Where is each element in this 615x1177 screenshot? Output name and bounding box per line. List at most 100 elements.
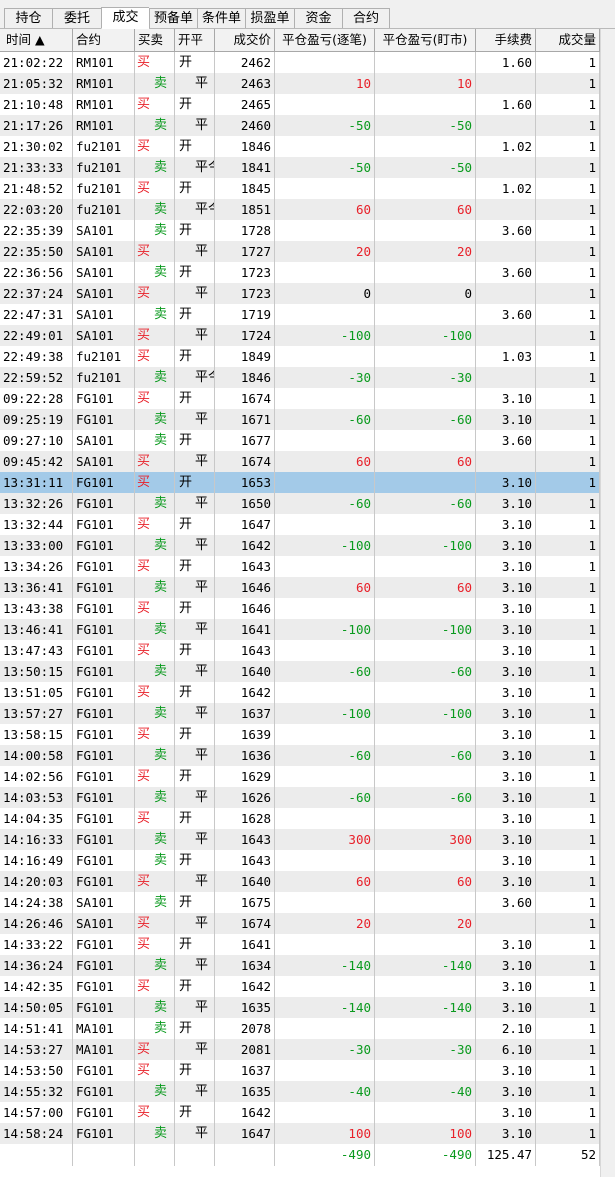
cell-time: 21:33:33 <box>0 157 73 178</box>
table-row[interactable]: 14:36:24 FG101 卖平 1634 -140 -140 3.10 1 <box>0 955 600 976</box>
table-row[interactable]: 14:50:05 FG101 卖平 1635 -140 -140 3.10 1 <box>0 997 600 1018</box>
table-row[interactable]: 14:20:03 FG101 买平 1640 60 60 3.10 1 <box>0 871 600 892</box>
totals-blank <box>73 1144 135 1166</box>
col-header-pnl-trade[interactable]: 平仓盈亏(逐笔) <box>275 29 375 51</box>
col-header-fee[interactable]: 手续费 <box>476 29 536 51</box>
table-row[interactable]: 14:57:00 FG101 买开 1642 3.10 1 <box>0 1102 600 1123</box>
table-row[interactable]: 22:37:24 SA101 买平 1723 0 0 1 <box>0 283 600 304</box>
table-row[interactable]: 13:43:38 FG101 买开 1646 3.10 1 <box>0 598 600 619</box>
cell-open-close: 平 <box>175 73 215 94</box>
table-row[interactable]: 14:58:24 FG101 卖平 1647 100 100 3.10 1 <box>0 1123 600 1144</box>
cell-open-close: 平今 <box>175 157 215 178</box>
cell-contract: FG101 <box>73 829 135 850</box>
table-row[interactable]: 09:27:10 SA101 卖开 1677 3.60 1 <box>0 430 600 451</box>
vertical-scrollbar[interactable] <box>600 29 615 1177</box>
table-row[interactable]: 13:32:26 FG101 卖平 1650 -60 -60 3.10 1 <box>0 493 600 514</box>
table-row[interactable]: 21:10:48 RM101 买开 2465 1.60 1 <box>0 94 600 115</box>
tab-contracts[interactable]: 合约 <box>342 8 390 28</box>
tab-prepared-orders[interactable]: 预备单 <box>149 8 197 28</box>
tab-funds[interactable]: 资金 <box>294 8 342 28</box>
table-row[interactable]: 22:49:38 fu2101 买开 1849 1.03 1 <box>0 346 600 367</box>
col-header-time[interactable]: 时间 ▲ <box>0 29 73 51</box>
cell-pnl-trade: -50 <box>275 157 375 178</box>
table-row[interactable]: 21:05:32 RM101 卖平 2463 10 10 1 <box>0 73 600 94</box>
table-row[interactable]: 13:50:15 FG101 卖平 1640 -60 -60 3.10 1 <box>0 661 600 682</box>
cell-price: 1629 <box>215 766 275 787</box>
cell-pnl-mark <box>375 976 476 997</box>
cell-time: 21:17:26 <box>0 115 73 136</box>
table-row[interactable]: 09:22:28 FG101 买开 1674 3.10 1 <box>0 388 600 409</box>
table-row[interactable]: 14:53:27 MA101 买平 2081 -30 -30 6.10 1 <box>0 1039 600 1060</box>
cell-fee <box>476 73 536 94</box>
cell-contract: FG101 <box>73 577 135 598</box>
table-row[interactable]: 13:36:41 FG101 卖平 1646 60 60 3.10 1 <box>0 577 600 598</box>
tab-conditional-orders[interactable]: 条件单 <box>197 8 245 28</box>
tab-orders[interactable]: 委托 <box>52 8 101 28</box>
cell-fee: 3.60 <box>476 262 536 283</box>
cell-price: 1650 <box>215 493 275 514</box>
table-row[interactable]: 21:17:26 RM101 卖平 2460 -50 -50 1 <box>0 115 600 136</box>
table-row[interactable]: 14:16:49 FG101 卖开 1643 3.10 1 <box>0 850 600 871</box>
col-header-price[interactable]: 成交价 <box>215 29 275 51</box>
cell-qty: 1 <box>536 955 600 976</box>
table-row[interactable]: 22:49:01 SA101 买平 1724 -100 -100 1 <box>0 325 600 346</box>
table-row[interactable]: 14:02:56 FG101 买开 1629 3.10 1 <box>0 766 600 787</box>
col-header-contract[interactable]: 合约 <box>73 29 135 51</box>
cell-pnl-trade <box>275 388 375 409</box>
cell-pnl-mark: -60 <box>375 745 476 766</box>
table-row[interactable]: 22:03:20fu2101卖平今185160601 <box>0 199 600 220</box>
total-qty: 52 <box>536 1144 600 1166</box>
table-row[interactable]: 21:33:33fu2101卖平今1841-50-501 <box>0 157 600 178</box>
cell-side: 卖 <box>135 430 175 451</box>
table-row[interactable]: 09:45:42 SA101 买平 1674 60 60 1 <box>0 451 600 472</box>
cell-side: 卖 <box>135 703 175 724</box>
cell-qty: 1 <box>536 367 600 388</box>
table-row[interactable]: 13:46:41 FG101 卖平 1641 -100 -100 3.10 1 <box>0 619 600 640</box>
col-header-open-close[interactable]: 开平 <box>175 29 215 51</box>
table-row[interactable]: 21:48:52 fu2101 买开 1845 1.02 1 <box>0 178 600 199</box>
table-row[interactable]: 14:26:46 SA101 买平 1674 20 20 1 <box>0 913 600 934</box>
cell-side: 卖 <box>135 829 175 850</box>
tab-trades[interactable]: 成交 <box>101 7 149 29</box>
table-row[interactable]: 13:51:05 FG101 买开 1642 3.10 1 <box>0 682 600 703</box>
table-row[interactable]: 09:25:19 FG101 卖平 1671 -60 -60 3.10 1 <box>0 409 600 430</box>
table-row[interactable]: 14:51:41 MA101 卖开 2078 2.10 1 <box>0 1018 600 1039</box>
table-row[interactable]: 13:32:44 FG101 买开 1647 3.10 1 <box>0 514 600 535</box>
table-row[interactable]: 21:02:22 RM101 买开 2462 1.60 1 <box>0 52 600 73</box>
table-row[interactable]: 13:34:26 FG101 买开 1643 3.10 1 <box>0 556 600 577</box>
table-row[interactable]: 14:55:32 FG101 卖平 1635 -40 -40 3.10 1 <box>0 1081 600 1102</box>
table-row[interactable]: 22:59:52fu2101卖平今1846-30-301 <box>0 367 600 388</box>
cell-pnl-trade <box>275 304 375 325</box>
col-header-qty[interactable]: 成交量 <box>536 29 600 51</box>
table-row[interactable]: 13:33:00 FG101 卖平 1642 -100 -100 3.10 1 <box>0 535 600 556</box>
cell-contract: FG101 <box>73 850 135 871</box>
table-row[interactable]: 14:16:33 FG101 卖平 1643 300 300 3.10 1 <box>0 829 600 850</box>
table-row[interactable]: 14:33:22 FG101 买开 1641 3.10 1 <box>0 934 600 955</box>
table-row[interactable]: 14:03:53 FG101 卖平 1626 -60 -60 3.10 1 <box>0 787 600 808</box>
table-row[interactable]: 13:58:15 FG101 买开 1639 3.10 1 <box>0 724 600 745</box>
table-row[interactable]: 13:47:43 FG101 买开 1643 3.10 1 <box>0 640 600 661</box>
table-row[interactable]: 14:00:58 FG101 卖平 1636 -60 -60 3.10 1 <box>0 745 600 766</box>
col-header-pnl-mark[interactable]: 平仓盈亏(盯市) <box>375 29 476 51</box>
cell-pnl-mark: 100 <box>375 1123 476 1144</box>
cell-side: 买 <box>135 1039 175 1060</box>
table-row[interactable]: 13:57:27 FG101 卖平 1637 -100 -100 3.10 1 <box>0 703 600 724</box>
table-row[interactable]: 13:31:11 FG101 买开 1653 3.10 1 <box>0 472 600 493</box>
table-row[interactable]: 14:42:35 FG101 买开 1642 3.10 1 <box>0 976 600 997</box>
table-row[interactable]: 22:36:56 SA101 卖开 1723 3.60 1 <box>0 262 600 283</box>
table-row[interactable]: 14:53:50 FG101 买开 1637 3.10 1 <box>0 1060 600 1081</box>
tab-stop-orders[interactable]: 损盈单 <box>245 8 294 28</box>
cell-contract: SA101 <box>73 283 135 304</box>
cell-pnl-trade <box>275 1060 375 1081</box>
table-row[interactable]: 14:24:38 SA101 卖开 1675 3.60 1 <box>0 892 600 913</box>
table-row[interactable]: 22:35:50 SA101 买平 1727 20 20 1 <box>0 241 600 262</box>
cell-fee: 3.60 <box>476 430 536 451</box>
cell-side: 卖 <box>135 493 175 514</box>
table-row[interactable]: 21:30:02 fu2101 买开 1846 1.02 1 <box>0 136 600 157</box>
cell-open-close: 开 <box>175 220 215 241</box>
table-row[interactable]: 22:35:39 SA101 卖开 1728 3.60 1 <box>0 220 600 241</box>
tab-positions[interactable]: 持仓 <box>4 8 52 28</box>
table-row[interactable]: 14:04:35 FG101 买开 1628 3.10 1 <box>0 808 600 829</box>
col-header-side[interactable]: 买卖 <box>135 29 175 51</box>
table-row[interactable]: 22:47:31 SA101 卖开 1719 3.60 1 <box>0 304 600 325</box>
